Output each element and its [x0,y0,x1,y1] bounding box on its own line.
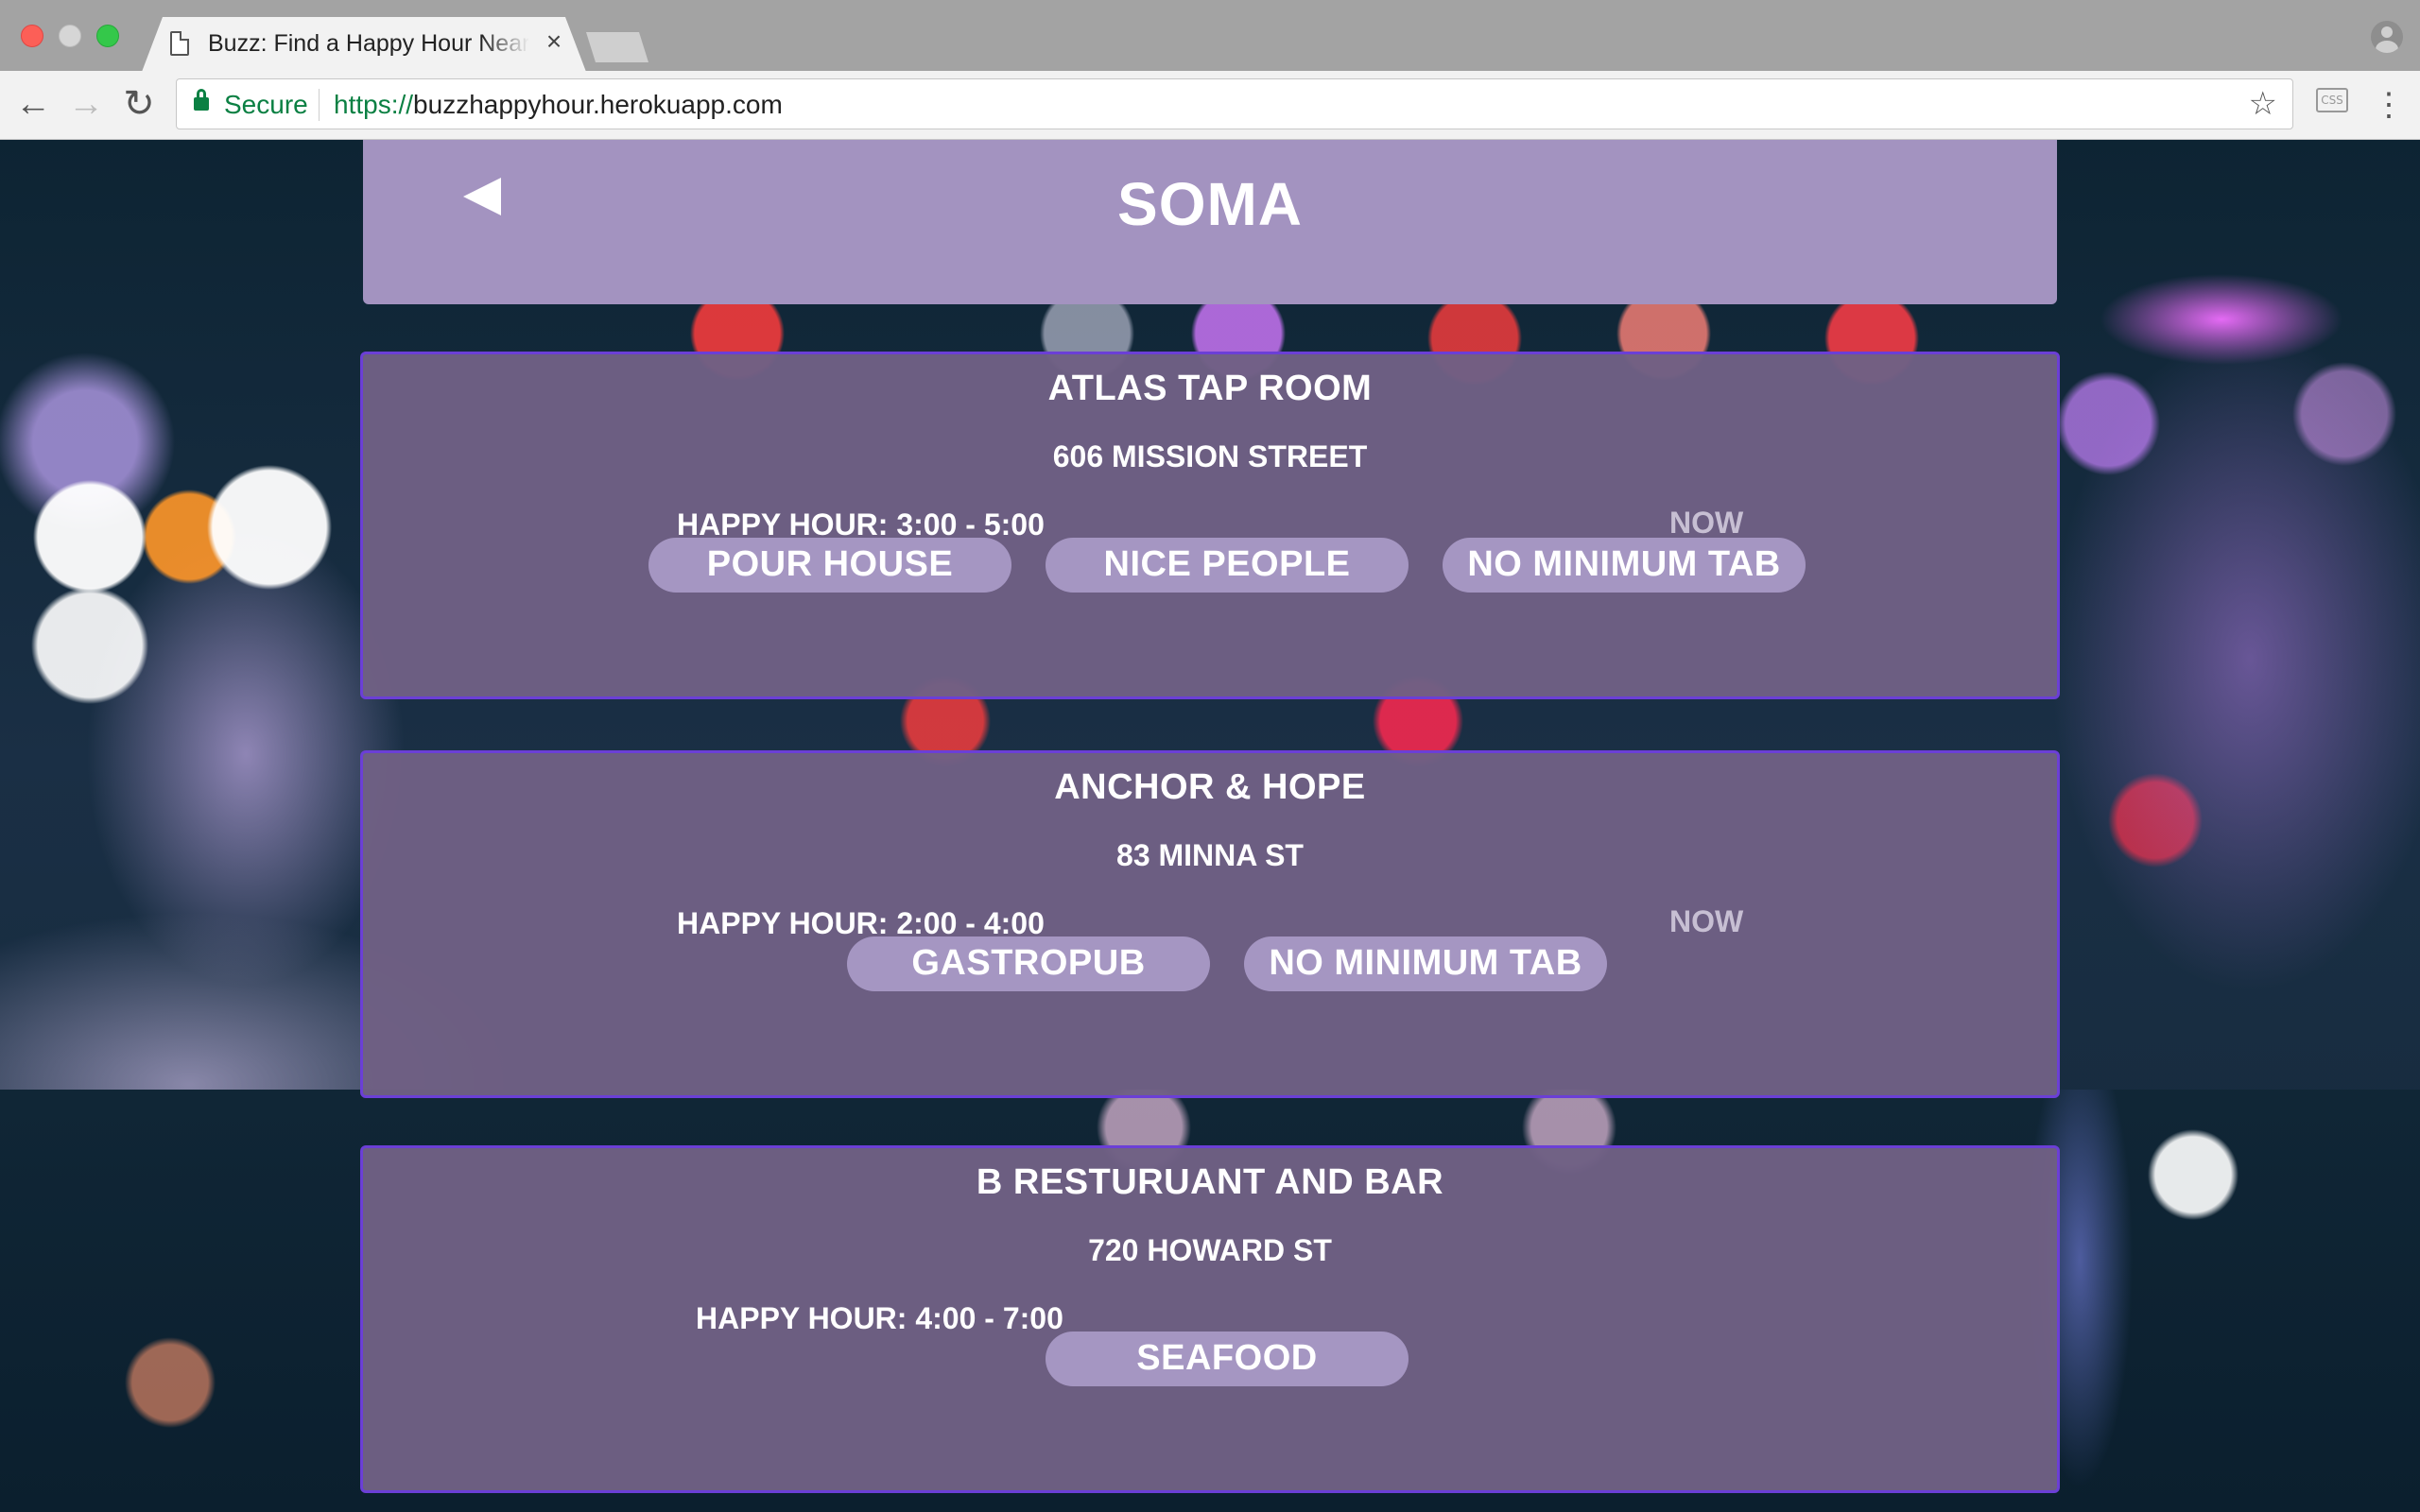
window-minimize-button[interactable] [59,25,81,47]
bar-name: ANCHOR & HOPE [1054,767,1366,807]
profile-icon[interactable] [2371,21,2403,53]
page-title: SOMA [1117,170,1303,238]
address-bar[interactable]: Secure https://buzzhappyhour.herokuapp.c… [176,78,2293,129]
css-extension-icon[interactable]: CSS [2316,88,2348,112]
window-close-button[interactable] [21,25,43,47]
browser-tabstrip: Buzz: Find a Happy Hour Near × [0,0,2420,72]
tag-pill[interactable]: GASTROPUB [847,936,1210,991]
bar-card[interactable]: ANCHOR & HOPE 83 MINNA ST HAPPY HOUR: 2:… [360,750,2060,1098]
tag-pill[interactable]: NO MINIMUM TAB [1443,538,1806,593]
back-arrow-icon[interactable]: ← [9,80,57,128]
bar-name: B RESTURUANT AND BAR [976,1162,1444,1202]
bar-address: 606 MISSION STREET [1052,439,1368,473]
url-text[interactable]: https://buzzhappyhour.herokuapp.com [334,89,783,121]
neighborhood-header: SOMA [363,140,2057,304]
tag-pill[interactable]: NO MINIMUM TAB [1244,936,1607,991]
forward-arrow-icon[interactable]: → [62,80,110,128]
reload-icon[interactable]: ↻ [115,80,163,128]
tag-pill[interactable]: POUR HOUSE [648,538,1011,593]
tag-pill[interactable]: SEAFOOD [1046,1332,1409,1386]
bar-address: 83 MINNA ST [1116,838,1304,872]
address-separator [319,89,320,121]
now-status: NOW [1669,904,1744,938]
bookmark-star-icon[interactable]: ☆ [2249,87,2277,121]
bar-card[interactable]: ATLAS TAP ROOM 606 MISSION STREET HAPPY … [360,352,2060,699]
bar-name: ATLAS TAP ROOM [1047,369,1373,408]
url-scheme: https:// [334,90,414,119]
tab-close-icon[interactable]: × [543,26,565,57]
browser-menu-icon[interactable]: ⋮ [2373,80,2405,129]
bar-address: 720 HOWARD ST [1088,1233,1332,1267]
tab-title: Buzz: Find a Happy Hour Near [208,30,529,57]
page-viewport: SOMA ATLAS TAP ROOM 606 MISSION STREET H… [0,140,2420,1512]
document-icon [170,31,189,56]
tag-pill[interactable]: NICE PEOPLE [1046,538,1409,593]
secure-label: Secure [224,90,308,119]
new-tab-button[interactable] [586,32,648,62]
happy-hour-time: HAPPY HOUR: 4:00 - 7:00 [696,1301,1063,1335]
bar-card[interactable]: B RESTURUANT AND BAR 720 HOWARD ST HAPPY… [360,1145,2060,1493]
now-status: NOW [1669,506,1744,540]
browser-toolbar: ← → ↻ Secure https://buzzhappyhour.herok… [0,71,2420,140]
url-host: buzzhappyhour.herokuapp.com [413,90,783,119]
window-zoom-button[interactable] [96,25,119,47]
lock-icon [194,89,209,111]
